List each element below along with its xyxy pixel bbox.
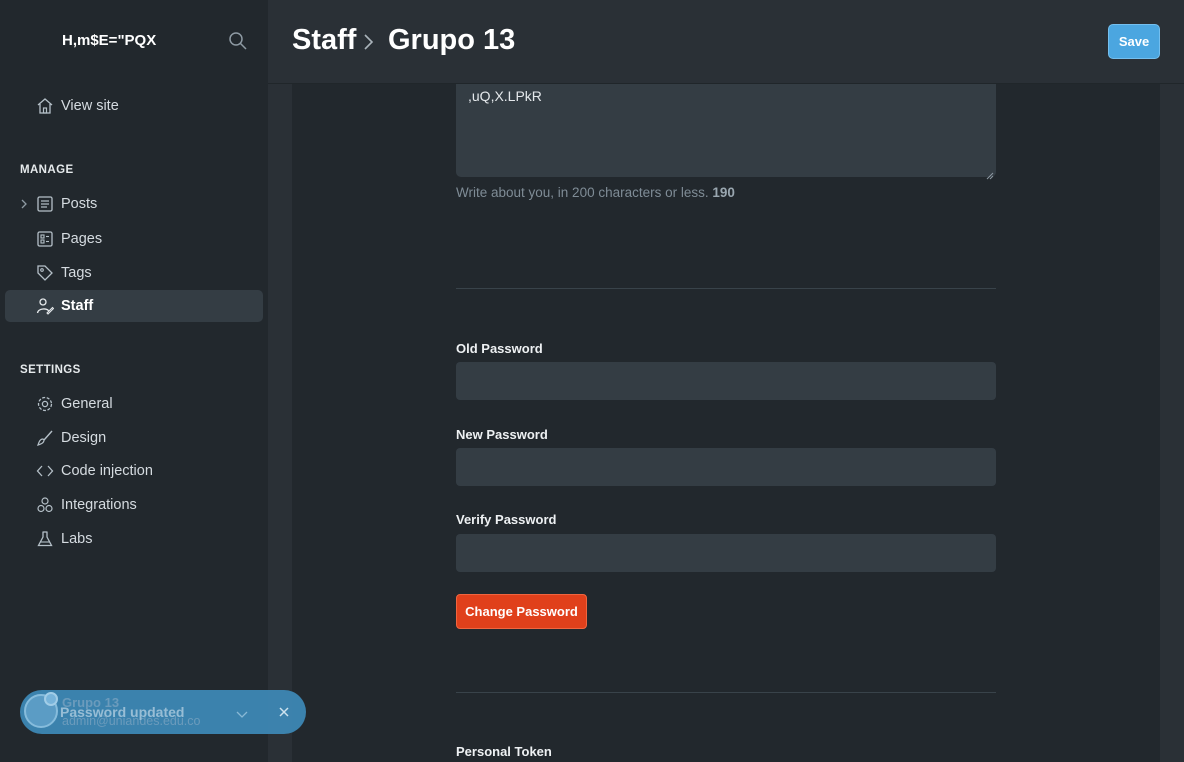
sidebar-item-code-injection[interactable]: Code injection <box>5 455 263 487</box>
tag-icon <box>36 264 54 282</box>
chevron-down-icon[interactable] <box>236 707 248 718</box>
sidebar-item-label: View site <box>61 98 119 114</box>
posts-icon <box>36 195 54 213</box>
flask-icon <box>36 530 54 548</box>
pages-icon <box>36 230 54 248</box>
avatar-badge <box>44 692 58 706</box>
bio-value: ,uQ,X.LPkR <box>468 88 542 104</box>
sidebar-item-labs[interactable]: Labs <box>5 523 263 555</box>
sidebar-item-label: Code injection <box>61 463 153 479</box>
resize-grip-icon[interactable] <box>986 167 994 180</box>
sidebar-item-label: Integrations <box>61 497 137 513</box>
section-divider <box>456 692 996 693</box>
toast-message: Password updated <box>60 704 185 720</box>
verify-password-label: Verify Password <box>456 512 557 527</box>
integrations-icon <box>36 496 54 514</box>
new-password-label: New Password <box>456 427 548 442</box>
old-password-input[interactable] <box>456 362 996 400</box>
manage-heading: MANAGE <box>20 164 74 176</box>
sidebar-item-label: Posts <box>61 196 98 212</box>
brush-icon <box>36 429 54 447</box>
sidebar-item-design[interactable]: Design <box>5 422 263 454</box>
page-title: Grupo 13 <box>388 24 516 56</box>
code-icon <box>36 462 54 480</box>
close-icon[interactable] <box>278 705 290 717</box>
bio-textarea[interactable]: ,uQ,X.LPkR <box>456 84 996 180</box>
sidebar: H,m$E="PQX View site MANAGE Posts Pages … <box>0 0 268 762</box>
settings-heading: SETTINGS <box>20 364 81 376</box>
avatar <box>24 692 58 728</box>
sidebar-item-pages[interactable]: Pages <box>5 223 263 255</box>
site-title[interactable]: H,m$E="PQX <box>62 32 156 49</box>
breadcrumb-parent[interactable]: Staff <box>292 24 356 57</box>
sidebar-item-label: General <box>61 396 113 412</box>
sidebar-item-label: Staff <box>61 298 94 314</box>
staff-icon <box>36 297 55 315</box>
page-header: Staff Grupo 13 Save <box>268 0 1184 84</box>
bio-hint-text: Write about you, in 200 characters or le… <box>456 185 709 200</box>
save-button[interactable]: Save <box>1108 24 1160 59</box>
verify-password-input[interactable] <box>456 534 996 572</box>
sidebar-item-general[interactable]: General <box>5 388 263 420</box>
sidebar-item-integrations[interactable]: Integrations <box>5 489 263 521</box>
sidebar-item-label: Labs <box>61 531 93 547</box>
bio-hint: Write about you, in 200 characters or le… <box>456 185 735 200</box>
sidebar-item-label: Design <box>61 430 107 446</box>
chevron-right-icon[interactable] <box>19 197 29 211</box>
old-password-label: Old Password <box>456 341 543 356</box>
breadcrumb-separator-icon <box>362 32 376 52</box>
personal-token-label: Personal Token <box>456 744 552 759</box>
sidebar-item-staff[interactable]: Staff <box>5 290 263 322</box>
change-password-button[interactable]: Change Password <box>456 594 587 629</box>
user-menu-toast[interactable]: Grupo 13 admin@uniandes.edu.co Password … <box>20 690 306 734</box>
sidebar-item-posts[interactable]: Posts <box>5 188 263 220</box>
staff-settings-panel: ,uQ,X.LPkR Write about you, in 200 chara… <box>292 84 1160 762</box>
sidebar-item-label: Pages <box>61 231 103 247</box>
bio-char-count: 190 <box>712 185 735 200</box>
sidebar-item-tags[interactable]: Tags <box>5 257 263 289</box>
section-divider <box>456 288 996 289</box>
new-password-input[interactable] <box>456 448 996 486</box>
home-icon <box>36 97 54 115</box>
sidebar-item-label: Tags <box>61 265 92 281</box>
search-icon[interactable] <box>228 31 248 51</box>
gear-icon <box>36 395 54 413</box>
sidebar-item-view-site[interactable]: View site <box>5 90 263 122</box>
